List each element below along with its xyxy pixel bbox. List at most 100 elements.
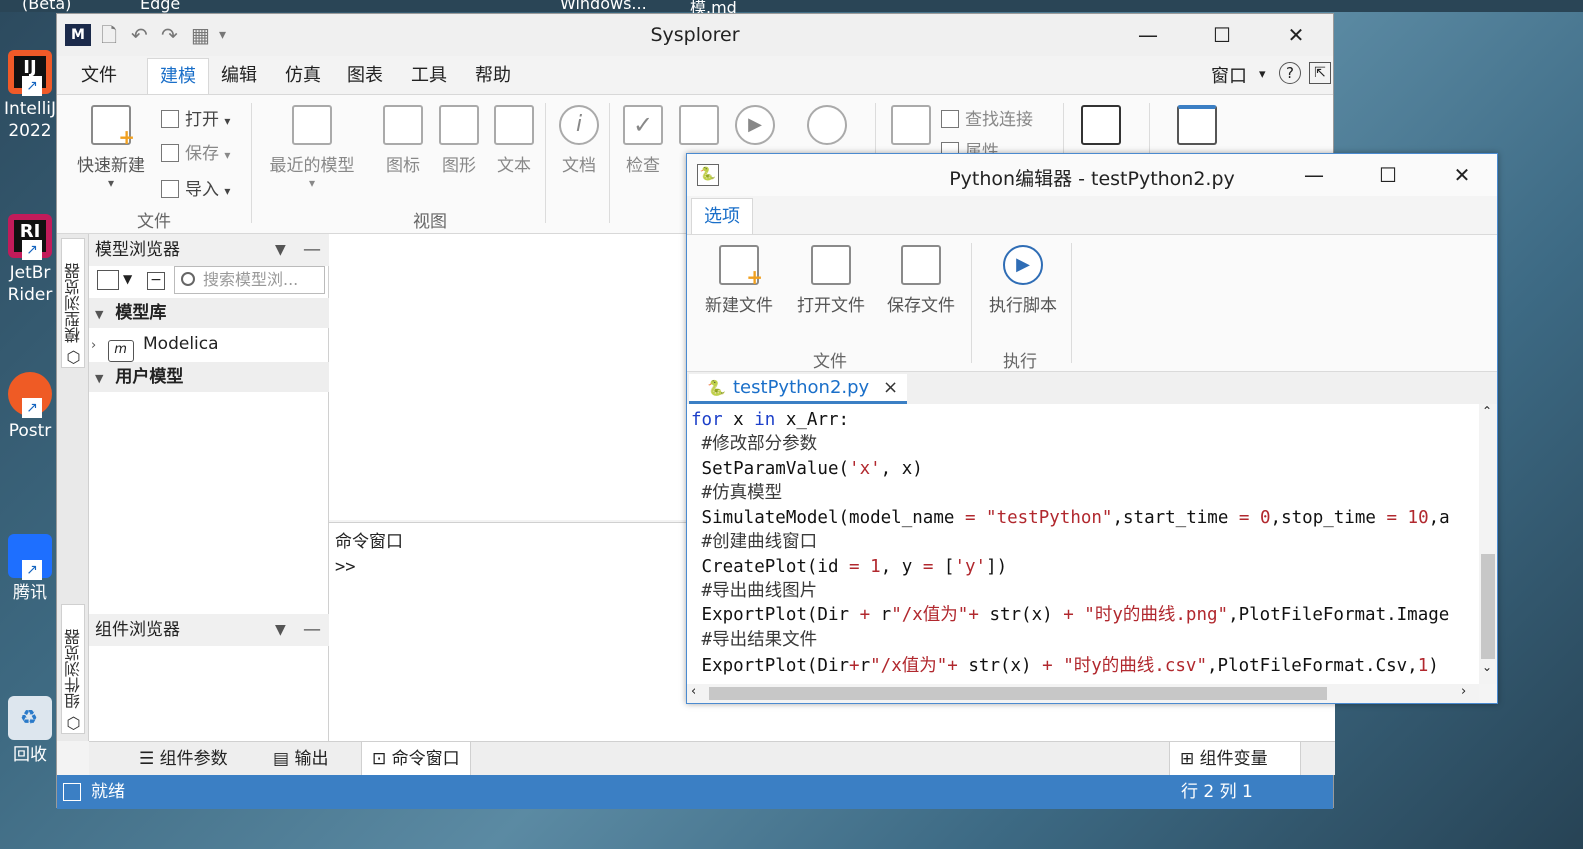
diagram-view-button[interactable]: 图形 [437,103,481,176]
menu-chart[interactable]: 图表 [335,58,395,94]
icon-view-button[interactable]: 图标 [381,103,425,176]
quick-new-icon: + [91,105,135,149]
py-close-button[interactable]: ✕ [1439,160,1485,190]
intellij-icon: IJ ↗ [8,50,52,96]
desktop-icon-postman[interactable]: ↗ Postr [0,372,60,442]
annotation-button[interactable] [889,103,933,151]
tab-close-icon[interactable]: × [883,377,898,398]
code-line: ExportPlot(Dir + r"/x值为"+ str(x) + "时y的曲… [691,605,1450,625]
quick-new-button[interactable]: + 快速新建 ▾ [71,103,151,190]
horizontal-scrollbar[interactable]: ‹ › [687,684,1479,703]
minimize-button[interactable]: — [1125,20,1171,50]
documentation-button[interactable]: i 文档 [557,103,601,176]
simulate-button[interactable]: ▶ [733,103,777,151]
code-line: #导出曲线图片 [701,581,818,601]
bottom-tab-bar: ☰ 组件参数 ▤ 输出 ⊡ 命令窗口 ⊞ 组件变量 [89,741,1335,776]
tab-component-params[interactable]: ☰ 组件参数 [129,742,238,776]
ribbon-group-file: 文件 [813,352,847,372]
import-icon [161,180,179,198]
command-prompt[interactable]: >> [335,557,355,577]
connection-view-button[interactable] [1079,103,1123,151]
tree-header-user-models[interactable]: ▼ 用户模型 [89,362,329,392]
text-view-icon [494,105,534,145]
ribbon-group-file: 文件 [137,212,171,232]
panel-minimize-icon[interactable]: — [303,614,321,646]
menu-modeling[interactable]: 建模 [147,58,209,94]
maximize-button[interactable]: ☐ [1199,20,1245,50]
tab-output[interactable]: ▤ 输出 [263,742,338,776]
py-maximize-button[interactable]: ☐ [1365,160,1411,190]
desktop-icon-recycle-bin[interactable]: ♻ 回收 [0,696,60,766]
open-file-button[interactable]: 打开文件 [793,243,869,316]
menu-tools[interactable]: 工具 [399,58,459,94]
menu-file[interactable]: 文件 [69,58,129,94]
scroll-right-icon[interactable]: › [1461,684,1466,699]
save-button[interactable]: 保存 ▾ [161,139,230,164]
desktop-label: Edge [140,0,181,13]
code-line: CreatePlot(id = 1, y = ['y']) [691,557,1008,577]
import-button[interactable]: 导入 ▾ [161,175,230,200]
code-editor[interactable]: for x in x_Arr: #修改部分参数 SetParamValue('x… [687,404,1479,684]
scroll-up-icon[interactable]: ⌃ [1482,404,1492,418]
recycle-bin-icon: ♻ [8,696,52,740]
title-bar: M 🗋 ↶ ↷ ▦ ▾ Sysplorer — ☐ ✕ [57,14,1333,56]
scroll-left-icon[interactable]: ‹ [691,684,696,699]
collapse-all-icon[interactable]: − [147,272,165,290]
new-file-button[interactable]: + 新建文件 [701,243,777,316]
menu-simulation[interactable]: 仿真 [273,58,333,94]
tree-item-modelica[interactable]: › m Modelica [89,329,329,362]
vertical-scrollbar[interactable]: ⌃ ⌄ [1479,404,1497,684]
save-icon [161,144,179,162]
shortcut-arrow-icon: ↗ [22,240,42,260]
tab-component-variables[interactable]: ⊞ 组件变量 [1169,742,1301,776]
view-mode-icon[interactable] [97,270,119,290]
py-minimize-button[interactable]: — [1291,160,1337,190]
panel-dropdown-icon[interactable]: ▼ [275,614,286,646]
recent-models-button[interactable]: 最近的模型 ▾ [265,103,359,190]
desktop-icon-rider[interactable]: RI ↗ JetBr Rider [0,214,60,306]
editor-tab-testpython2[interactable]: 🐍 testPython2.py × [689,374,907,404]
desktop-label: (Beta) [22,0,72,13]
tab-model-browser[interactable]: ⬡ 模型浏览器 [61,238,85,368]
tree-header-library[interactable]: ▼ 模型库 [89,298,329,328]
find-connection-button[interactable]: 查找连接 [941,105,1033,130]
side-tab-strip: ⬡ 模型浏览器 ⬡ 组件浏览器 [57,234,89,741]
text-view-button[interactable]: 文本 [492,103,536,176]
desktop-icon-intellij[interactable]: IJ ↗ IntelliJ 2022 [0,50,60,142]
window-menu[interactable]: 窗口 [1211,62,1247,88]
check-button[interactable]: ✓ 检查 [621,103,665,176]
info-icon: i [559,105,599,145]
help-icon[interactable]: ? [1279,62,1301,84]
scroll-down-icon[interactable]: ⌄ [1482,660,1492,674]
model-search-input[interactable]: 搜索模型浏... [174,266,325,294]
save-file-button[interactable]: 保存文件 [883,243,959,316]
panel-minimize-icon[interactable]: — [303,234,321,266]
tab-component-browser[interactable]: ⬡ 组件浏览器 [61,604,85,734]
sim-settings-button[interactable] [805,103,849,151]
horizontal-scroll-thumb[interactable] [709,687,1327,700]
menu-bar: 文件 建模 编辑 仿真 图表 工具 帮助 窗口 ▾ ? ⇱ [57,58,1333,94]
panel-dropdown-icon[interactable]: ▼ [275,234,286,266]
code-line: #修改部分参数 [701,434,818,454]
recent-models-icon [292,105,332,145]
output-icon: ▤ [273,749,295,769]
status-text: 就绪 [91,782,125,802]
open-button[interactable]: 打开 ▾ [161,105,230,130]
new-file-icon: + [719,245,763,289]
view-mode-dropdown-icon[interactable]: ▼ [123,272,132,286]
menu-options[interactable]: 选项 [691,198,753,234]
vertical-scroll-thumb[interactable] [1481,554,1495,659]
component-icon: ⬡ [64,708,83,733]
close-button[interactable]: ✕ [1273,20,1319,50]
menu-edit[interactable]: 编辑 [209,58,269,94]
status-checkbox-icon [63,783,81,801]
run-script-button[interactable]: ▶ 执行脚本 [983,243,1063,316]
window-menu-dropdown-icon[interactable]: ▾ [1259,67,1266,82]
menu-help[interactable]: 帮助 [463,58,523,94]
ribbon-collapse-icon[interactable]: ⇱ [1309,62,1331,84]
tab-command-window[interactable]: ⊡ 命令窗口 [361,742,471,776]
layout-button[interactable] [1175,103,1219,151]
rider-icon: RI ↗ [8,214,52,260]
desktop-icon-tencent[interactable]: ↗ 腾讯 [0,534,60,604]
cursor-position: 行 2 列 1 [1181,782,1253,802]
